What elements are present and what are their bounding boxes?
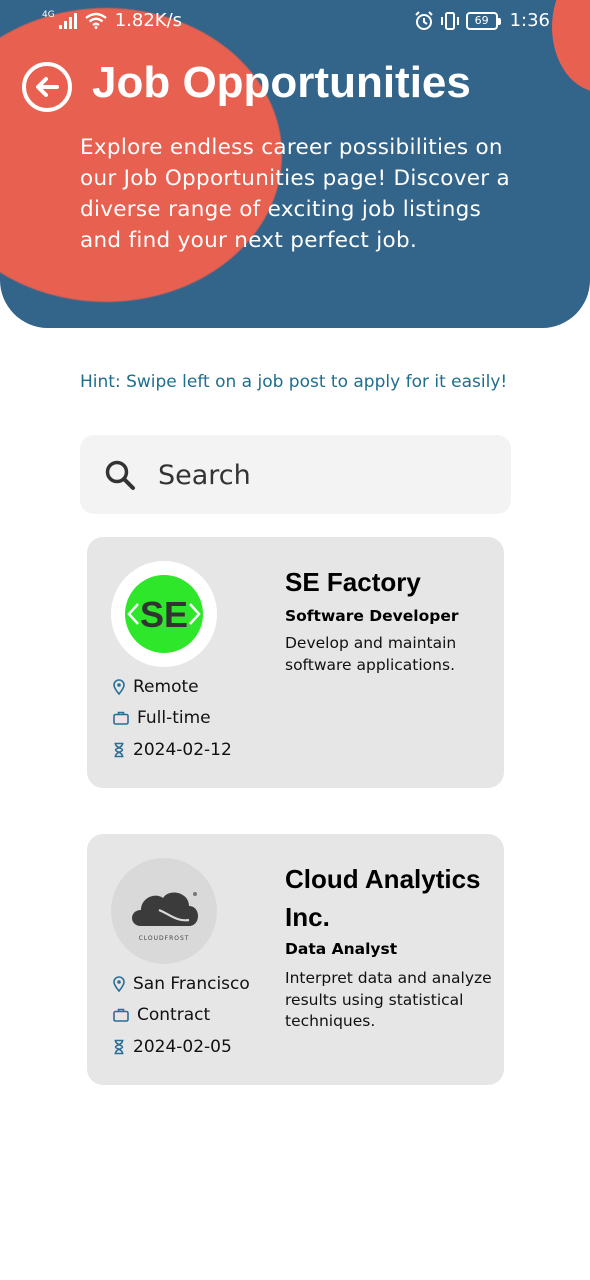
intro-text: Explore endless career possibilities on … [80, 135, 511, 253]
search-bar[interactable] [80, 435, 511, 514]
job-location-text: San Francisco [133, 974, 250, 994]
se-factory-logo: SE [125, 575, 203, 653]
job-type-text: Contract [137, 1005, 211, 1025]
page-header: 4G 1.82K/s 69 1:36 Job Opportunities Exp… [0, 0, 590, 328]
job-location: San Francisco [113, 974, 250, 994]
signal-icon [58, 12, 77, 29]
search-icon [105, 460, 135, 490]
se-logo-text: SE [140, 594, 188, 635]
page-title: Job Opportunities [92, 58, 471, 107]
company-name: SE Factory [285, 567, 421, 597]
company-logo: SE [111, 561, 217, 667]
clock: 1:36 [509, 10, 550, 31]
network-speed: 1.82K/s [114, 10, 183, 31]
battery-level: 69 [474, 14, 489, 27]
status-bar: 4G 1.82K/s 69 1:36 [0, 0, 590, 42]
job-title: Data Analyst [285, 940, 398, 958]
vibrate-icon [440, 11, 459, 30]
swipe-hint: Hint: Swipe left on a job post to apply … [80, 372, 508, 392]
job-type: Full-time [113, 708, 211, 728]
briefcase-icon [113, 711, 129, 725]
cloudfrost-logo-text: CLOUDFROST [139, 935, 190, 942]
job-location-text: Remote [133, 677, 199, 697]
company-name: Cloud Analytics Inc. [285, 864, 481, 932]
job-date: 2024-02-05 [113, 1037, 232, 1057]
job-location: Remote [113, 677, 199, 697]
network-type: 4G [42, 9, 55, 20]
search-input[interactable] [158, 453, 488, 497]
job-type-text: Full-time [137, 708, 211, 728]
job-title: Software Developer [285, 607, 459, 625]
wifi-icon [84, 12, 107, 29]
briefcase-icon [113, 1008, 129, 1022]
job-date-text: 2024-02-12 [133, 740, 232, 760]
job-type: Contract [113, 1005, 210, 1025]
alarm-icon [414, 10, 433, 30]
hourglass-icon [114, 742, 124, 758]
location-pin-icon [113, 976, 125, 992]
job-description: Develop and maintain software applicatio… [285, 634, 457, 674]
job-description: Interpret data and analyze results using… [285, 969, 492, 1030]
cloudfrost-logo: CLOUDFROST [132, 892, 198, 942]
location-pin-icon [113, 679, 125, 695]
job-card[interactable]: CLOUDFROST San Francisco Contract 2024-0… [87, 834, 504, 1085]
arrow-left-icon [36, 77, 59, 97]
job-card[interactable]: SE Remote Full-time 2024-02-12 SE Factor… [87, 537, 504, 788]
company-logo: CLOUDFROST [111, 858, 217, 964]
hourglass-icon [114, 1039, 124, 1055]
job-date: 2024-02-12 [113, 740, 232, 760]
battery-icon: 69 [465, 11, 501, 30]
job-date-text: 2024-02-05 [133, 1037, 232, 1057]
back-button[interactable] [22, 62, 72, 112]
